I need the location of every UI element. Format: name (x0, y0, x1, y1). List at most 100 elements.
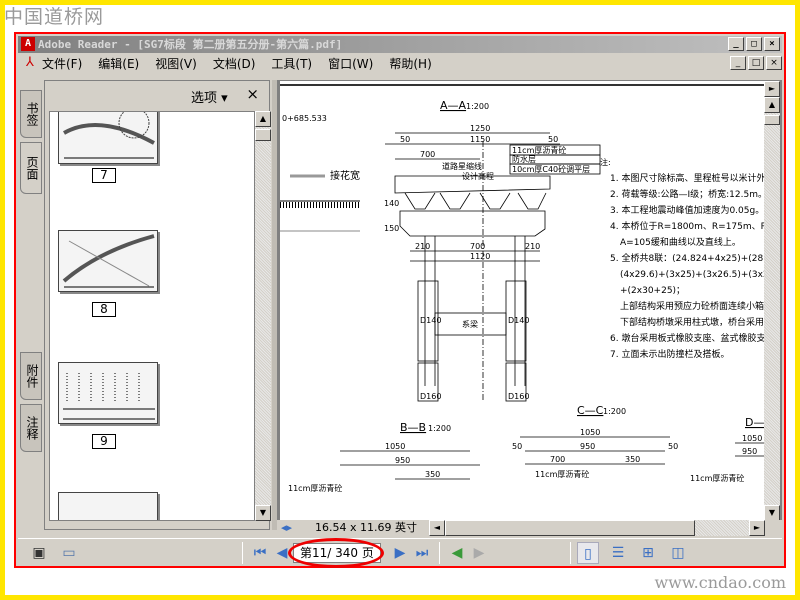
menu-bar: ⅄ 文件(F) 编辑(E) 视图(V) 文档(D) 工具(T) 窗口(W) 帮助… (18, 54, 782, 72)
layer-label: 11cm厚沥青砼 (288, 483, 342, 493)
maximize-button[interactable]: □ (746, 37, 762, 51)
layer-label: 10cm厚C40砼调平层 (512, 164, 590, 174)
doc-minimize-button[interactable]: _ (730, 56, 746, 70)
scroll-down-icon[interactable]: ▼ (255, 505, 271, 521)
page-thumbnail[interactable] (58, 362, 158, 424)
menu-edit[interactable]: 编辑(E) (98, 55, 139, 72)
station-label: 0+685.533 (282, 114, 327, 123)
continuous-view-icon[interactable]: ☰ (607, 542, 629, 564)
status-bar: ◂▸ 16.54 x 11.69 英寸 ◄ ► (277, 520, 782, 536)
scroll-right-top-icon[interactable]: ► (764, 81, 780, 97)
go-back-icon[interactable]: ◀ (446, 542, 468, 564)
scroll-thumb[interactable] (764, 115, 780, 125)
note-line: 下部结构桥墩采用柱式墩，桥台采用肋板台，桩 (620, 316, 764, 328)
dim-label: 1050 (580, 428, 600, 437)
tab-comments[interactable]: 注释 (20, 404, 42, 452)
document-view: 0+685.533 接花宽 A—A 1:200 1250 50 1150 50 … (277, 80, 782, 536)
facing-continuous-icon[interactable]: ⊞ (637, 542, 659, 564)
layer-label: 11cm厚沥青砼 (535, 469, 589, 479)
scroll-left-icon[interactable]: ◄ (429, 520, 445, 536)
scroll-up-icon[interactable]: ▲ (255, 111, 271, 127)
menu-document[interactable]: 文档(D) (213, 55, 256, 72)
note-line: 4. 本桥位于R=1800m、R=175m、R=150m (610, 220, 764, 232)
menu-window[interactable]: 窗口(W) (328, 55, 373, 72)
note-line: 1. 本图尺寸除标高、里程桩号以米计外，其余均以 (610, 172, 764, 184)
pdf-doc-icon: ⅄ (26, 55, 34, 70)
facing-view-icon[interactable]: ◫ (667, 542, 689, 564)
tab-pages[interactable]: 页面 (20, 142, 42, 194)
beam-label: 系梁 (462, 319, 478, 329)
page-number-field[interactable]: 第11/ 340 页 (288, 537, 384, 568)
window-title: Adobe Reader - [SG7标段 第二册第五分册-第六篇.pdf] (38, 38, 343, 51)
menu-tools[interactable]: 工具(T) (271, 55, 312, 72)
scroll-down-icon[interactable]: ▼ (764, 505, 780, 521)
dim-label: 1050 (742, 434, 762, 443)
menu-help[interactable]: 帮助(H) (389, 55, 431, 72)
bottom-toolbar: ▣ ▭ ⏮ ◀ 第11/ 340 页 ▶ ⏭ ◀ ▶ ▯ ☰ ⊞ ◫ (18, 537, 782, 568)
note-line: +(2x30+25)； (620, 286, 685, 296)
doc-restore-button[interactable]: □ (748, 56, 764, 70)
dim-label: 210 (415, 242, 430, 251)
page-thumbnail[interactable] (58, 492, 158, 520)
page-thumbnail[interactable] (58, 230, 158, 292)
layer-label: 防水层 (512, 154, 536, 164)
note-line: 上部结构采用预应力砼桥面连续小箱梁，预应力 (620, 300, 764, 312)
last-page-button[interactable]: ⏭ (411, 542, 433, 564)
pile-label: D160 (508, 392, 529, 401)
scroll-up-icon[interactable]: ▲ (764, 97, 780, 113)
dim-label: 700 (550, 455, 565, 464)
watermark-top: 中国道桥网 (4, 6, 105, 28)
section-cc-scale: 1:200 (603, 407, 626, 416)
tab-attachments[interactable]: 附件 (20, 352, 42, 400)
section-aa-title: A—A (440, 99, 467, 112)
dim-label: 700 (420, 150, 435, 159)
close-button[interactable]: × (764, 37, 780, 51)
dim-label: 50 (548, 135, 558, 144)
split-handle-icon[interactable]: ◂▸ (281, 520, 292, 536)
pdf-page: 0+685.533 接花宽 A—A 1:200 1250 50 1150 50 … (280, 81, 764, 521)
menu-file[interactable]: 文件(F) (42, 55, 82, 72)
scroll-thumb[interactable] (255, 129, 271, 141)
thumbnail-page-number: 8 (92, 302, 116, 317)
options-menu-button[interactable]: 选项 ▾ (191, 87, 228, 106)
page-thumbnail[interactable] (58, 112, 158, 164)
tab-bookmarks[interactable]: 书签 (20, 90, 42, 138)
section-aa-scale: 1:200 (466, 102, 489, 111)
layer-label: 11cm厚沥青砼 (512, 145, 566, 155)
menu-view[interactable]: 视图(V) (155, 55, 197, 72)
go-forward-icon[interactable]: ▶ (468, 542, 490, 564)
minimize-button[interactable]: _ (728, 37, 744, 51)
scroll-right-icon[interactable]: ► (749, 520, 765, 536)
note-line: (4x29.6)+(3x25)+(3x26.5)+(3x26.5)+ (620, 270, 764, 280)
single-page-view-icon[interactable]: ▯ (577, 541, 599, 564)
section-bb-title: B—B (400, 421, 426, 434)
horizontal-scrollbar[interactable]: ◄ ► (429, 520, 765, 536)
page-size: 16.54 x 11.69 英寸 (315, 521, 417, 534)
dim-label: 350 (625, 455, 640, 464)
page-layout-icon[interactable]: ▭ (58, 542, 80, 564)
dim-label: 700 (470, 242, 485, 251)
navigation-tabs: 书签 页面 附件 注释 (20, 80, 44, 530)
scroll-thumb[interactable] (445, 520, 695, 536)
thumbnail-scrollbar[interactable]: ▲ ▼ (255, 111, 271, 521)
adobe-logo-icon: A (21, 37, 35, 51)
pile-label: D140 (420, 316, 441, 325)
adobe-reader-window: A Adobe Reader - [SG7标段 第二册第五分册-第六篇.pdf]… (14, 32, 786, 568)
next-page-button[interactable]: ▶ (389, 542, 411, 564)
dim-label: 50 (400, 135, 410, 144)
note-line: 2. 荷载等级:公路—Ⅰ级；桥宽:12.5m。 (610, 188, 764, 200)
pages-panel: 选项 ▾ × 7 8 9 ▲ ▼ (44, 80, 271, 530)
dim-label: 950 (395, 456, 410, 465)
fullscreen-icon[interactable]: ▣ (28, 542, 50, 564)
document-vertical-scrollbar[interactable]: ► ▲ ▼ (764, 81, 780, 521)
notes-title: 注: (600, 157, 611, 167)
panel-close-button[interactable]: × (246, 85, 259, 103)
pile-label: D160 (420, 392, 441, 401)
dim-label: 150 (384, 224, 399, 233)
note-line: 6. 墩台采用板式橡胶支座、盆式橡胶支座；伸缩缝采 (610, 332, 764, 344)
road-label: 道路星缩线 (442, 161, 482, 171)
doc-close-button[interactable]: × (766, 56, 782, 70)
dim-label: 1250 (470, 124, 490, 133)
thumbnail-list: 7 8 9 (49, 111, 255, 521)
first-page-button[interactable]: ⏮ (249, 542, 271, 564)
